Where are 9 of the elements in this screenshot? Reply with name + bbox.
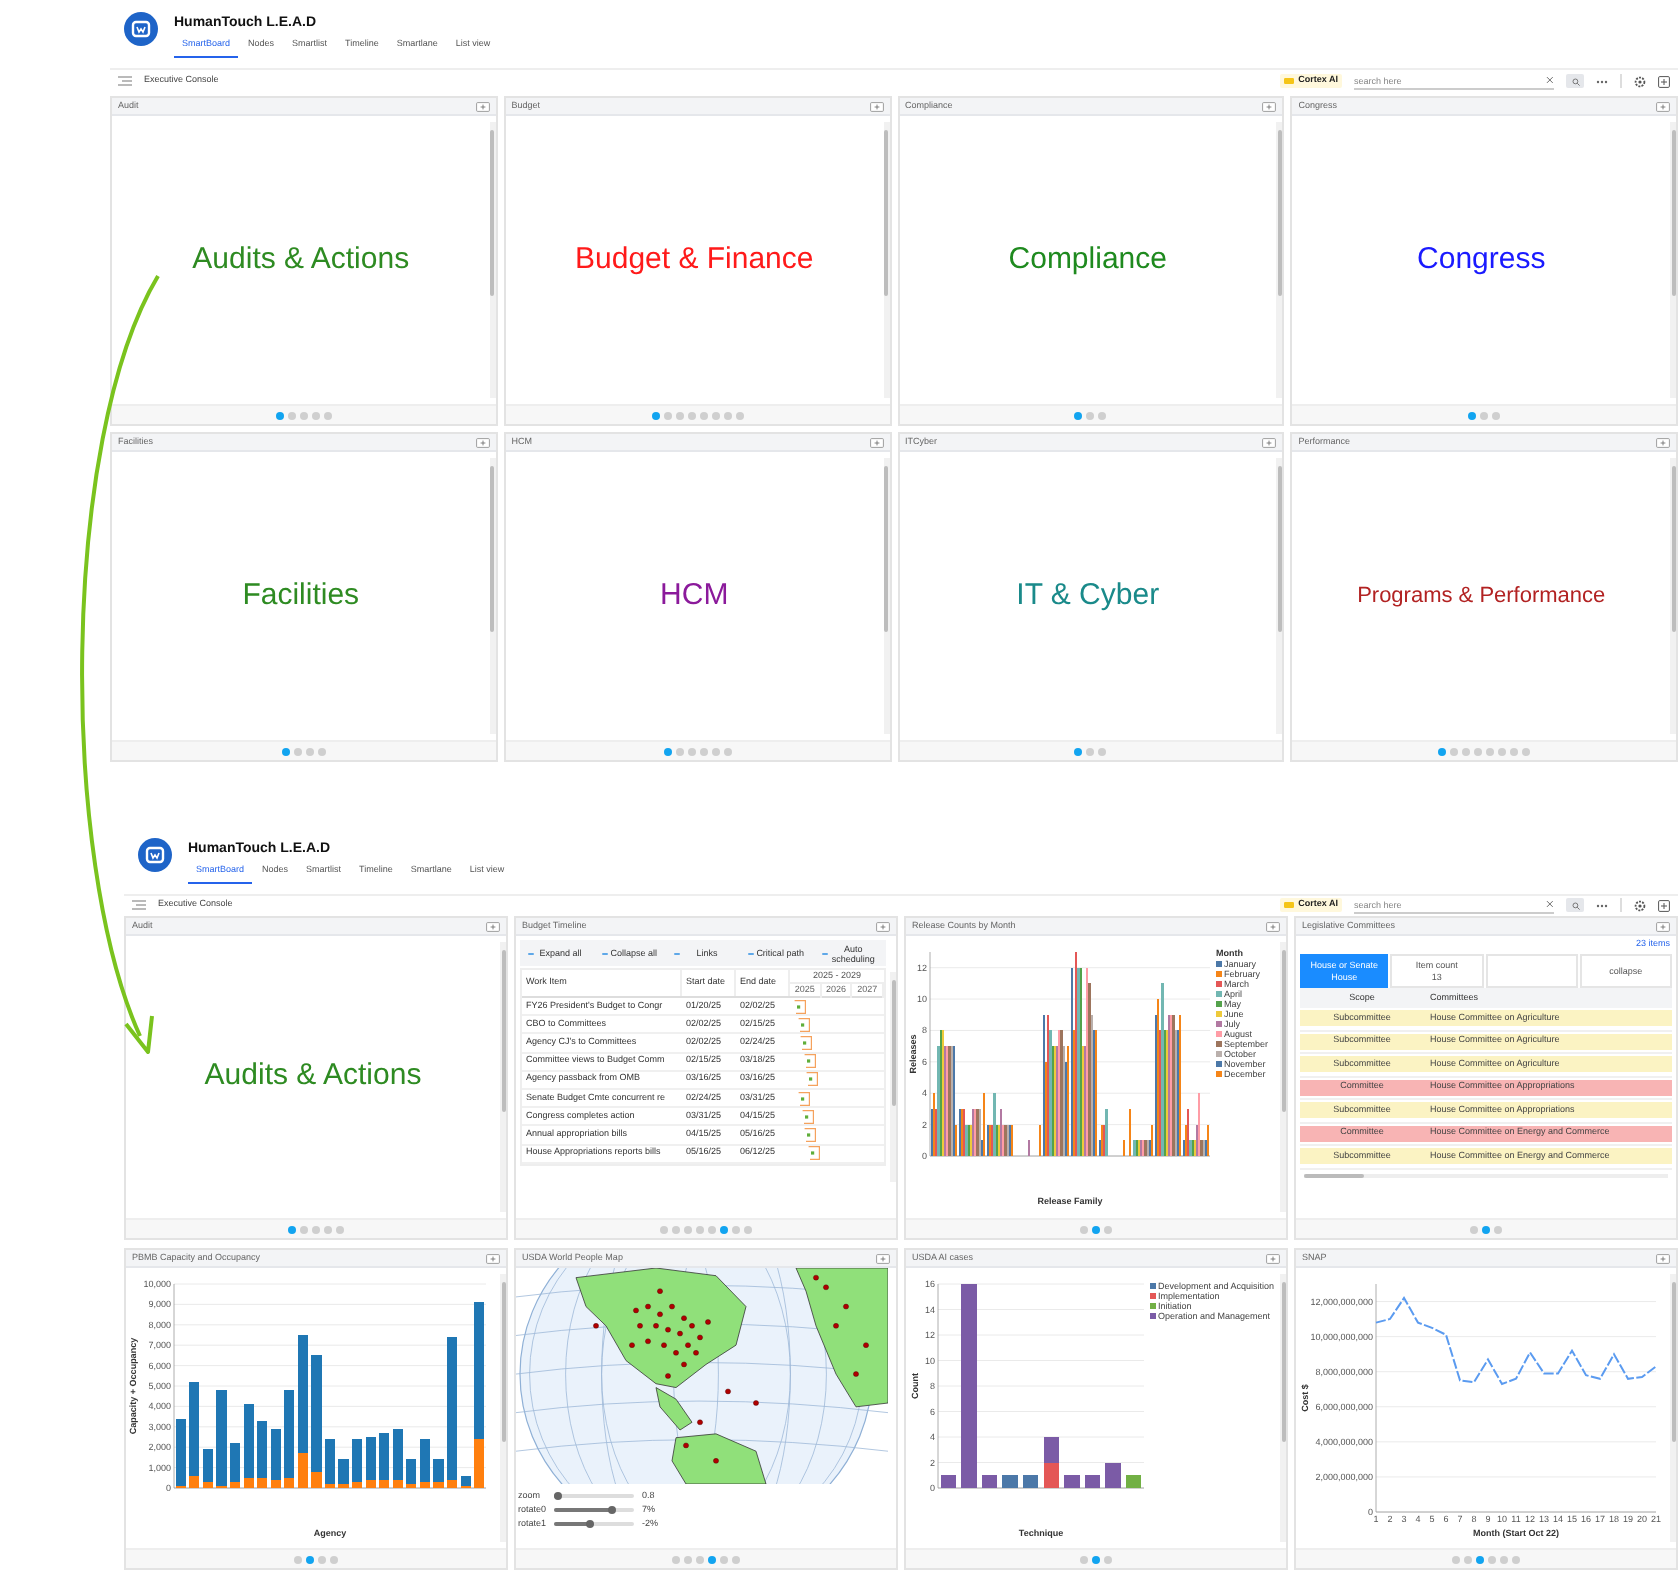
panel-heading: Budget & Finance <box>575 239 814 280</box>
panel-heading: Audits & Actions <box>204 1056 422 1097</box>
panel-heading: Facilities <box>242 575 360 616</box>
panel-heading: IT & Cyber <box>1016 575 1160 616</box>
panel-heading: Compliance <box>1008 239 1167 280</box>
panel-heading: Audits & Actions <box>192 239 410 280</box>
panel-heading: Programs & Performance <box>1357 581 1606 612</box>
panel-heading: Congress <box>1417 239 1546 280</box>
panel-heading: HCM <box>660 575 729 616</box>
